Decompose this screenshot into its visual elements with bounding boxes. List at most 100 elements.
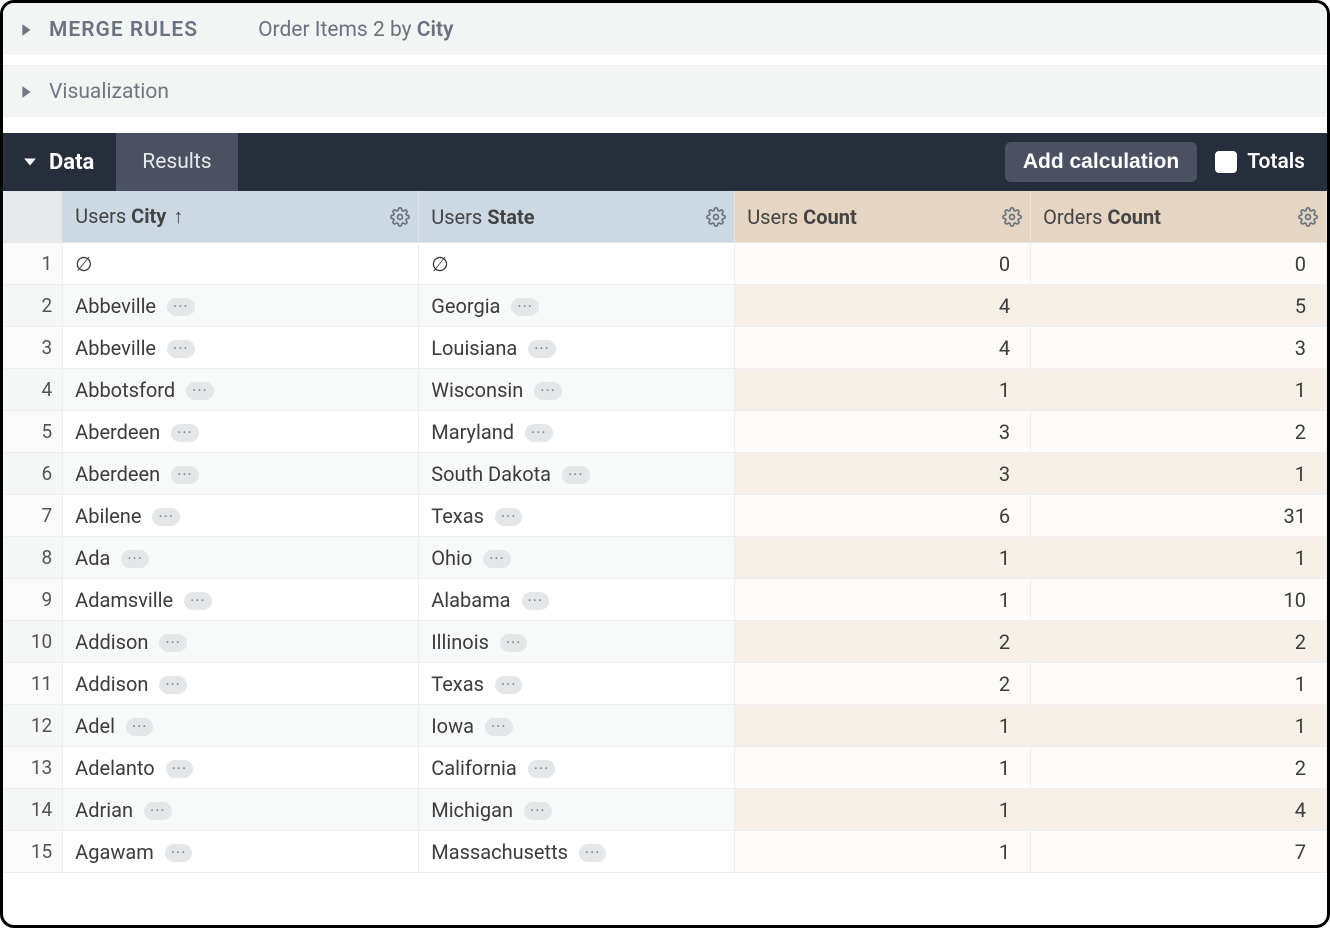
cell-users-count[interactable]: 0 xyxy=(735,243,1031,285)
cell-orders-count[interactable]: 4 xyxy=(1031,789,1327,831)
drill-pill-icon[interactable]: ··· xyxy=(184,592,212,610)
drill-pill-icon[interactable]: ··· xyxy=(126,718,154,736)
cell-users-count[interactable]: 1 xyxy=(735,369,1031,411)
cell-users-count[interactable]: 2 xyxy=(735,621,1031,663)
cell-city[interactable]: Abilene ··· xyxy=(63,495,419,537)
drill-pill-icon[interactable]: ··· xyxy=(483,550,511,568)
cell-users-count[interactable]: 1 xyxy=(735,537,1031,579)
visualization-header[interactable]: Visualization xyxy=(3,65,1327,117)
cell-orders-count[interactable]: 1 xyxy=(1031,663,1327,705)
cell-users-count[interactable]: 3 xyxy=(735,453,1031,495)
drill-pill-icon[interactable]: ··· xyxy=(524,802,552,820)
drill-pill-icon[interactable]: ··· xyxy=(579,844,607,862)
drill-pill-icon[interactable]: ··· xyxy=(166,760,194,778)
drill-pill-icon[interactable]: ··· xyxy=(525,424,553,442)
cell-state[interactable]: Michigan ··· xyxy=(419,789,735,831)
cell-orders-count[interactable]: 3 xyxy=(1031,327,1327,369)
cell-orders-count[interactable]: 1 xyxy=(1031,453,1327,495)
column-header-state[interactable]: Users State xyxy=(419,191,735,243)
drill-pill-icon[interactable]: ··· xyxy=(167,340,195,358)
drill-pill-icon[interactable]: ··· xyxy=(528,340,556,358)
cell-state[interactable]: Iowa ··· xyxy=(419,705,735,747)
cell-city[interactable]: Addison ··· xyxy=(63,621,419,663)
cell-city[interactable]: Agawam ··· xyxy=(63,831,419,873)
drill-pill-icon[interactable]: ··· xyxy=(528,760,556,778)
drill-pill-icon[interactable]: ··· xyxy=(171,424,199,442)
gear-icon[interactable] xyxy=(1298,207,1318,227)
cell-city[interactable]: ∅ xyxy=(63,243,419,285)
column-header-city[interactable]: Users City ↑ xyxy=(63,191,419,243)
cell-state[interactable]: Wisconsin ··· xyxy=(419,369,735,411)
merge-rules-header[interactable]: MERGE RULES Order Items 2 by City xyxy=(3,3,1327,55)
cell-orders-count[interactable]: 1 xyxy=(1031,369,1327,411)
gear-icon[interactable] xyxy=(1002,207,1022,227)
cell-city[interactable]: Abbeville ··· xyxy=(63,285,419,327)
cell-state[interactable]: Massachusetts ··· xyxy=(419,831,735,873)
drill-pill-icon[interactable]: ··· xyxy=(186,382,214,400)
totals-checkbox[interactable] xyxy=(1215,151,1237,173)
cell-city[interactable]: Abbotsford ··· xyxy=(63,369,419,411)
cell-users-count[interactable]: 1 xyxy=(735,831,1031,873)
column-header-users-count[interactable]: Users Count xyxy=(735,191,1031,243)
drill-pill-icon[interactable]: ··· xyxy=(511,298,539,316)
column-header-orders-count[interactable]: Orders Count xyxy=(1031,191,1327,243)
drill-pill-icon[interactable]: ··· xyxy=(500,634,528,652)
cell-state[interactable]: Maryland ··· xyxy=(419,411,735,453)
cell-city[interactable]: Ada ··· xyxy=(63,537,419,579)
cell-orders-count[interactable]: 1 xyxy=(1031,705,1327,747)
cell-users-count[interactable]: 1 xyxy=(735,579,1031,621)
cell-state[interactable]: Louisiana ··· xyxy=(419,327,735,369)
data-section-toggle[interactable]: Data xyxy=(3,133,116,191)
cell-orders-count[interactable]: 7 xyxy=(1031,831,1327,873)
cell-state[interactable]: Ohio ··· xyxy=(419,537,735,579)
cell-orders-count[interactable]: 10 xyxy=(1031,579,1327,621)
cell-users-count[interactable]: 4 xyxy=(735,285,1031,327)
cell-state[interactable]: Texas ··· xyxy=(419,495,735,537)
cell-state[interactable]: South Dakota ··· xyxy=(419,453,735,495)
gear-icon[interactable] xyxy=(706,207,726,227)
cell-city[interactable]: Aberdeen ··· xyxy=(63,453,419,495)
drill-pill-icon[interactable]: ··· xyxy=(522,592,550,610)
cell-state[interactable]: Alabama ··· xyxy=(419,579,735,621)
totals-toggle[interactable]: Totals xyxy=(1215,150,1305,174)
drill-pill-icon[interactable]: ··· xyxy=(144,802,172,820)
cell-city[interactable]: Adrian ··· xyxy=(63,789,419,831)
cell-city[interactable]: Adamsville ··· xyxy=(63,579,419,621)
drill-pill-icon[interactable]: ··· xyxy=(495,508,523,526)
drill-pill-icon[interactable]: ··· xyxy=(165,844,193,862)
cell-orders-count[interactable]: 2 xyxy=(1031,747,1327,789)
drill-pill-icon[interactable]: ··· xyxy=(159,676,187,694)
cell-state[interactable]: Georgia ··· xyxy=(419,285,735,327)
drill-pill-icon[interactable]: ··· xyxy=(562,466,590,484)
cell-city[interactable]: Aberdeen ··· xyxy=(63,411,419,453)
cell-city[interactable]: Addison ··· xyxy=(63,663,419,705)
gear-icon[interactable] xyxy=(390,207,410,227)
drill-pill-icon[interactable]: ··· xyxy=(534,382,562,400)
cell-orders-count[interactable]: 5 xyxy=(1031,285,1327,327)
cell-users-count[interactable]: 2 xyxy=(735,663,1031,705)
drill-pill-icon[interactable]: ··· xyxy=(171,466,199,484)
cell-users-count[interactable]: 3 xyxy=(735,411,1031,453)
cell-users-count[interactable]: 6 xyxy=(735,495,1031,537)
cell-users-count[interactable]: 1 xyxy=(735,747,1031,789)
cell-users-count[interactable]: 4 xyxy=(735,327,1031,369)
cell-orders-count[interactable]: 31 xyxy=(1031,495,1327,537)
cell-orders-count[interactable]: 1 xyxy=(1031,537,1327,579)
cell-city[interactable]: Abbeville ··· xyxy=(63,327,419,369)
cell-city[interactable]: Adelanto ··· xyxy=(63,747,419,789)
cell-city[interactable]: Adel ··· xyxy=(63,705,419,747)
cell-state[interactable]: Illinois ··· xyxy=(419,621,735,663)
tab-results[interactable]: Results xyxy=(116,133,237,191)
drill-pill-icon[interactable]: ··· xyxy=(121,550,149,568)
cell-orders-count[interactable]: 0 xyxy=(1031,243,1327,285)
drill-pill-icon[interactable]: ··· xyxy=(167,298,195,316)
add-calculation-button[interactable]: Add calculation xyxy=(1005,142,1197,182)
drill-pill-icon[interactable]: ··· xyxy=(495,676,523,694)
cell-users-count[interactable]: 1 xyxy=(735,789,1031,831)
drill-pill-icon[interactable]: ··· xyxy=(152,508,180,526)
cell-users-count[interactable]: 1 xyxy=(735,705,1031,747)
drill-pill-icon[interactable]: ··· xyxy=(159,634,187,652)
cell-orders-count[interactable]: 2 xyxy=(1031,411,1327,453)
drill-pill-icon[interactable]: ··· xyxy=(485,718,513,736)
cell-state[interactable]: California ··· xyxy=(419,747,735,789)
